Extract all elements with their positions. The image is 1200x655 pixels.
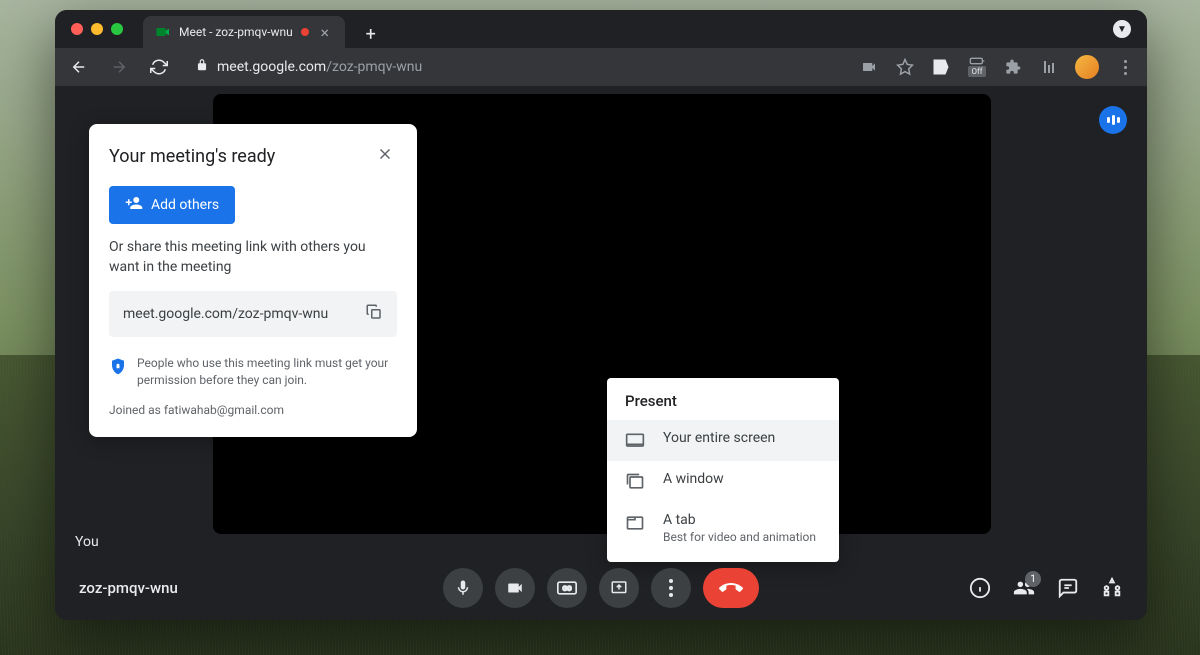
present-menu-title: Present bbox=[607, 378, 839, 420]
more-options-button[interactable] bbox=[651, 568, 691, 608]
recording-indicator-icon bbox=[301, 28, 309, 36]
people-button[interactable]: 1 bbox=[1013, 577, 1035, 599]
present-option-label: A tab bbox=[663, 512, 816, 528]
call-controls: CC bbox=[443, 568, 759, 608]
camera-button[interactable] bbox=[495, 568, 535, 608]
forward-button[interactable] bbox=[107, 55, 131, 79]
present-option-tab[interactable]: A tab Best for video and animation bbox=[607, 502, 839, 554]
reload-button[interactable] bbox=[147, 55, 171, 79]
address-bar[interactable]: meet.google.com/zoz-pmqv-wnu bbox=[187, 58, 843, 76]
extensions-button[interactable] bbox=[1003, 57, 1023, 77]
ready-title: Your meeting's ready bbox=[109, 146, 275, 167]
shield-icon bbox=[109, 357, 127, 375]
close-window-button[interactable] bbox=[71, 23, 83, 35]
window-icon bbox=[625, 472, 645, 492]
off-badge: Off bbox=[968, 66, 985, 77]
share-description: Or share this meeting link with others y… bbox=[109, 238, 397, 277]
browser-menu-button[interactable] bbox=[1115, 57, 1135, 77]
toolbar: meet.google.com/zoz-pmqv-wnu Off bbox=[55, 48, 1147, 86]
tab-meet[interactable]: Meet - zoz-pmqv-wnu × bbox=[143, 16, 345, 48]
captions-button[interactable]: CC bbox=[547, 568, 587, 608]
svg-text:CC: CC bbox=[563, 585, 572, 593]
url-text: meet.google.com/zoz-pmqv-wnu bbox=[217, 59, 422, 75]
mic-button[interactable] bbox=[443, 568, 483, 608]
info-button[interactable] bbox=[969, 577, 991, 599]
minimize-window-button[interactable] bbox=[91, 23, 103, 35]
chat-button[interactable] bbox=[1057, 577, 1079, 599]
joined-as: Joined as fatiwahab@gmail.com bbox=[109, 403, 397, 417]
present-option-label: A window bbox=[663, 471, 724, 487]
meeting-ready-panel: Your meeting's ready Add others Or share… bbox=[89, 124, 417, 437]
back-button[interactable] bbox=[67, 55, 91, 79]
lock-icon bbox=[195, 58, 209, 76]
meeting-link: meet.google.com/zoz-pmqv-wnu bbox=[123, 306, 328, 322]
present-option-screen[interactable]: Your entire screen bbox=[607, 420, 839, 461]
copy-link-button[interactable] bbox=[365, 303, 383, 325]
profile-avatar[interactable] bbox=[1075, 55, 1099, 79]
window-controls bbox=[71, 23, 123, 35]
people-count-badge: 1 bbox=[1025, 571, 1041, 587]
extension-battery-icon[interactable]: Off bbox=[967, 57, 987, 77]
activities-button[interactable] bbox=[1101, 577, 1123, 599]
tab-close-button[interactable]: × bbox=[317, 23, 333, 42]
meet-content: You Your meeting's ready Add others Or s… bbox=[55, 86, 1147, 620]
close-panel-button[interactable] bbox=[373, 144, 397, 168]
meeting-link-box: meet.google.com/zoz-pmqv-wnu bbox=[109, 291, 397, 337]
present-menu: Present Your entire screen A window A ta… bbox=[607, 378, 839, 562]
participant-label: You bbox=[75, 534, 99, 550]
new-tab-button[interactable]: + bbox=[357, 20, 385, 48]
camera-permission-icon[interactable] bbox=[859, 57, 879, 77]
extension-tag-icon[interactable] bbox=[931, 57, 951, 77]
audio-indicator-icon bbox=[1099, 106, 1127, 134]
bookmark-icon[interactable] bbox=[895, 57, 915, 77]
hangup-button[interactable] bbox=[703, 568, 759, 608]
add-others-label: Add others bbox=[151, 197, 219, 213]
media-playlist-icon[interactable] bbox=[1039, 57, 1059, 77]
add-others-button[interactable]: Add others bbox=[109, 186, 235, 224]
present-option-sublabel: Best for video and animation bbox=[663, 530, 816, 544]
permission-text: People who use this meeting link must ge… bbox=[137, 355, 397, 389]
screen-icon bbox=[625, 431, 645, 451]
tab-icon bbox=[625, 513, 645, 533]
tab-title: Meet - zoz-pmqv-wnu bbox=[179, 25, 293, 39]
meeting-code: zoz-pmqv-wnu bbox=[79, 579, 178, 597]
account-switcher-icon[interactable]: ▼ bbox=[1113, 20, 1131, 38]
bottom-bar: zoz-pmqv-wnu CC bbox=[55, 556, 1147, 620]
browser-window: Meet - zoz-pmqv-wnu × + ▼ meet.google.co… bbox=[55, 10, 1147, 620]
present-button[interactable] bbox=[599, 568, 639, 608]
maximize-window-button[interactable] bbox=[111, 23, 123, 35]
present-option-window[interactable]: A window bbox=[607, 461, 839, 502]
person-add-icon bbox=[125, 194, 143, 216]
tab-strip: Meet - zoz-pmqv-wnu × + bbox=[143, 10, 1113, 48]
titlebar: Meet - zoz-pmqv-wnu × + ▼ bbox=[55, 10, 1147, 48]
right-controls: 1 bbox=[969, 577, 1123, 599]
meet-favicon-icon bbox=[155, 24, 171, 40]
present-option-label: Your entire screen bbox=[663, 430, 775, 446]
